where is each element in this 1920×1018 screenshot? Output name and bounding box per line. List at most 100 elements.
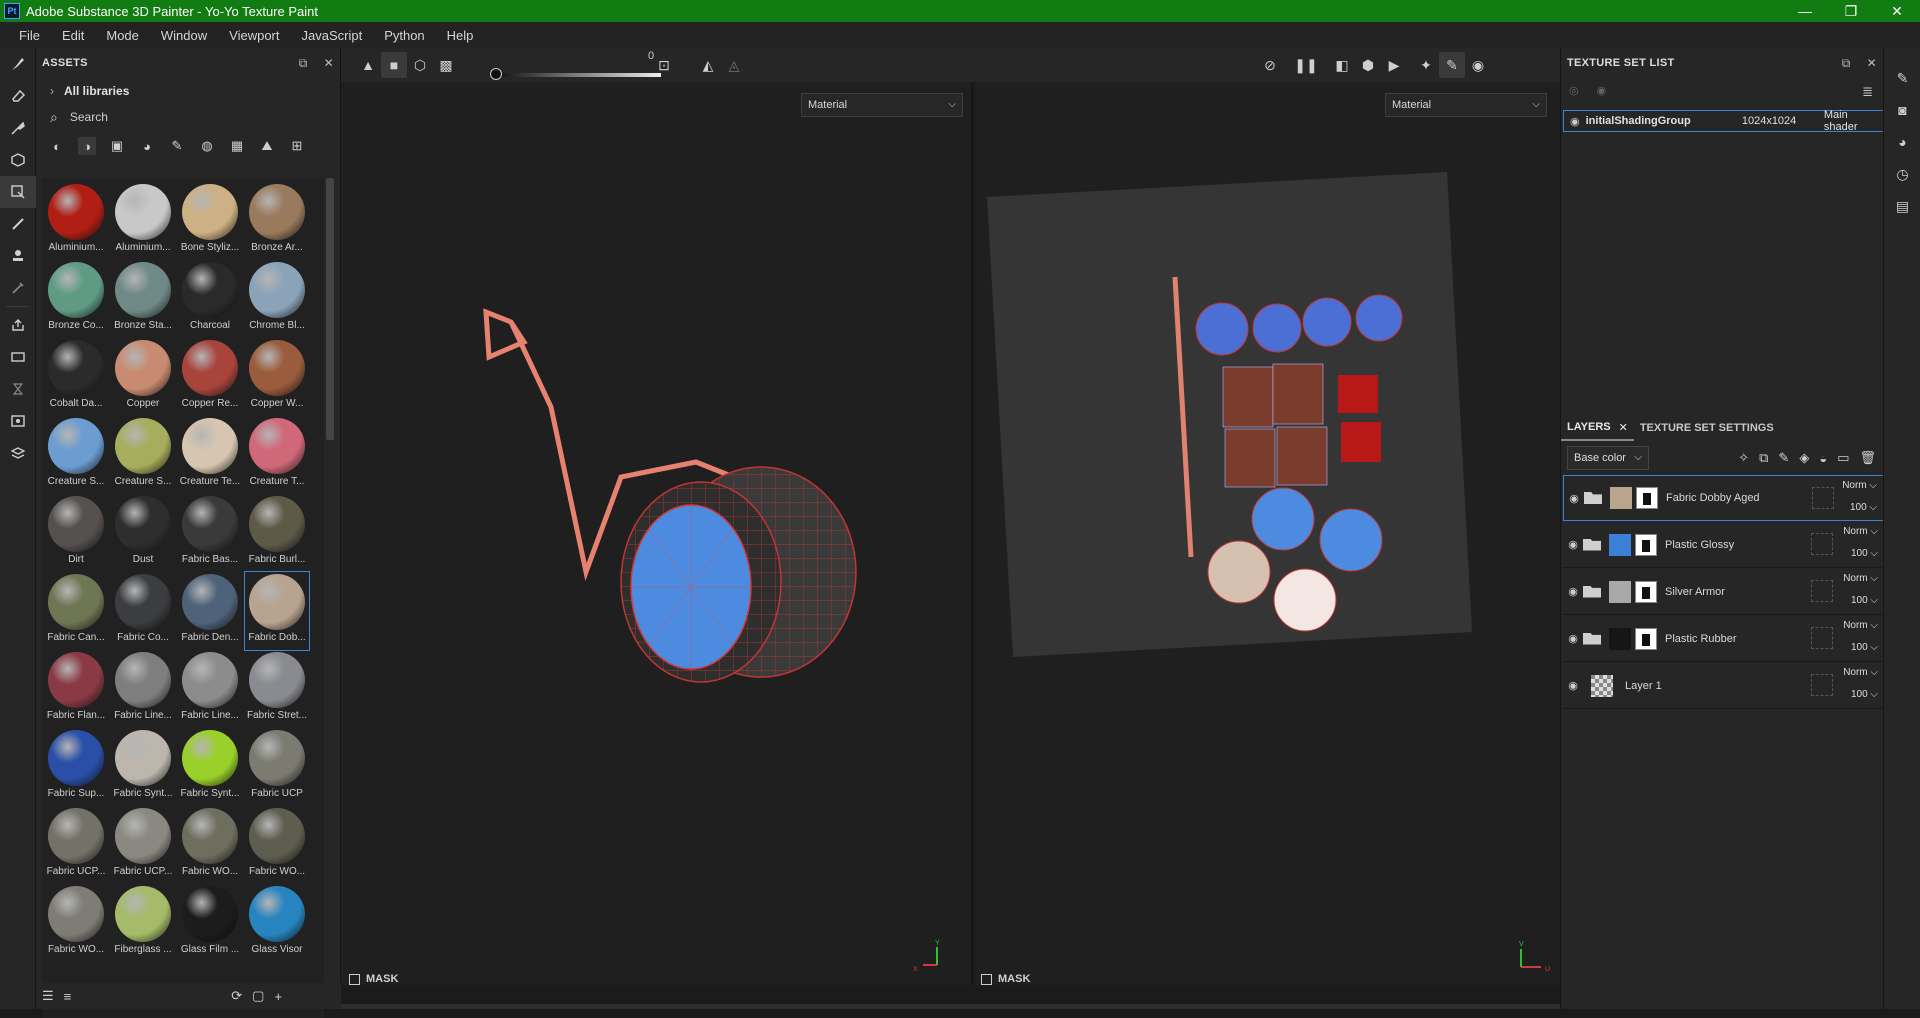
alphas-filter-icon[interactable]: ◍ [198, 137, 216, 155]
cube-icon[interactable]: ⬡ [407, 52, 433, 78]
sort-icon[interactable]: ≡ [64, 989, 72, 1004]
material-thumbnail[interactable]: Fabric Flan... [44, 650, 108, 728]
brushes-filter-icon[interactable]: ✎ [168, 137, 186, 155]
menu-javascript[interactable]: JavaScript [290, 28, 373, 43]
channel-dropdown[interactable]: Base color ⌵ [1567, 446, 1649, 470]
brush-slider-track[interactable] [496, 73, 661, 77]
material-thumbnail[interactable]: Fabric UCP [245, 728, 309, 806]
hide-eye-icon[interactable]: ◎ [1569, 84, 1579, 97]
hide-ui-icon[interactable]: ⊘ [1257, 52, 1283, 78]
material-thumbnail[interactable]: Chrome Bl... [245, 260, 309, 338]
close-panel-icon[interactable]: ✕ [324, 56, 334, 70]
material-thumbnail[interactable]: Bronze Ar... [245, 182, 309, 260]
material-thumbnail[interactable]: Fabric WO... [44, 884, 108, 962]
layer-name[interactable]: Plastic Glossy [1665, 539, 1803, 551]
menu-python[interactable]: Python [373, 28, 435, 43]
split-view-icon[interactable]: ◧ [1329, 52, 1355, 78]
material-thumbnail[interactable]: Fabric Bas... [178, 494, 242, 572]
layer-row[interactable]: ◉ Silver Armor Norm ⌵ 100 ⌵ [1563, 569, 1884, 615]
mask-thumbnail[interactable] [1636, 487, 1658, 509]
mask-checkbox[interactable] [981, 973, 992, 985]
add-icon[interactable]: + [274, 989, 282, 1004]
material-thumbnail[interactable]: Fiberglass ... [111, 884, 175, 962]
material-thumbnail[interactable]: Copper Re... [178, 338, 242, 416]
refresh-icon[interactable]: ⟳ [231, 988, 242, 1004]
texture-set-shader[interactable]: Main shader [1824, 109, 1883, 133]
mask-toggle-right[interactable]: MASK [981, 967, 1030, 991]
viewport-2d[interactable]: Material ⌵ V U MASK [975, 82, 1560, 985]
layer-row[interactable]: ◉ Layer 1 Norm ⌵ 100 ⌵ [1563, 663, 1884, 709]
blend-mode-dropdown[interactable]: Norm ⌵ [1842, 480, 1877, 491]
symmetry-off-icon[interactable]: ◬ [721, 52, 747, 78]
material-thumbnail[interactable]: Charcoal [178, 260, 242, 338]
add-fill-layer-icon[interactable]: ◈ [1799, 450, 1809, 466]
material-thumbnail[interactable]: Dirt [44, 494, 108, 572]
material-thumbnail[interactable]: Glass Film ... [178, 884, 242, 962]
material-thumbnail[interactable]: Fabric Dob... [244, 571, 310, 651]
clone-stamp-icon[interactable] [0, 240, 36, 272]
maximize-button[interactable]: ❐ [1828, 0, 1874, 22]
mask-thumbnail[interactable] [1635, 533, 1657, 556]
color-picker-icon[interactable] [0, 272, 36, 304]
add-folder-icon[interactable]: ▭ [1837, 450, 1849, 466]
material-thumbnail[interactable]: Fabric UCP... [44, 806, 108, 884]
eraser-icon[interactable] [0, 80, 36, 112]
camera-icon[interactable]: ▶ [1381, 52, 1407, 78]
material-thumbnail[interactable]: Fabric UCP... [111, 806, 175, 884]
material-thumbnail[interactable]: Fabric Sup... [44, 728, 108, 806]
layer-visibility-eye-icon[interactable]: ◉ [1563, 585, 1583, 598]
checker-icon[interactable]: ▩ [433, 52, 459, 78]
tab-layers[interactable]: LAYERS ✕ [1561, 415, 1634, 441]
material-thumbnail[interactable]: Dust [111, 494, 175, 572]
close-panel-icon[interactable]: ✕ [1867, 56, 1877, 70]
library-selector[interactable]: › All libraries [36, 78, 340, 104]
close-button[interactable]: ✕ [1874, 0, 1920, 22]
layer-visibility-eye-icon[interactable]: ◉ [1563, 679, 1583, 692]
opacity-dropdown[interactable]: 100 ⌵ [1851, 595, 1878, 606]
material-thumbnail[interactable]: Fabric Synt... [111, 728, 175, 806]
layer-visibility-eye-icon[interactable]: ◉ [1563, 632, 1583, 645]
blend-mode-dropdown[interactable]: Norm ⌵ [1843, 620, 1878, 631]
layer-row[interactable]: ◉ Plastic Rubber Norm ⌵ 100 ⌵ [1563, 616, 1884, 662]
brush-properties-icon[interactable]: ✎ [1884, 62, 1920, 94]
mask-checkbox[interactable] [349, 973, 360, 985]
bake-icon[interactable] [0, 309, 36, 341]
layer-visibility-eye-icon[interactable]: ◉ [1563, 538, 1583, 551]
material-thumbnail[interactable]: Aluminium... [111, 182, 175, 260]
material-thumbnail[interactable]: Aluminium... [44, 182, 108, 260]
visibility-eye-icon[interactable]: ◉ [1570, 115, 1580, 128]
close-tab-icon[interactable]: ✕ [1619, 421, 1628, 434]
opacity-dropdown[interactable]: 100 ⌵ [1851, 642, 1878, 653]
material-thumbnail[interactable]: Glass Visor [245, 884, 309, 962]
smart-materials-filter-icon[interactable]: ◑ [78, 137, 96, 155]
material-thumbnail[interactable]: Fabric WO... [178, 806, 242, 884]
triangle-icon[interactable]: ▲ [355, 52, 381, 78]
float-panel-icon[interactable]: ⧉ [1842, 56, 1851, 71]
layer-visibility-eye-icon[interactable]: ◉ [1564, 492, 1584, 505]
mask-thumbnail[interactable] [1635, 627, 1657, 650]
material-thumbnail[interactable]: Fabric Line... [178, 650, 242, 728]
layer-row[interactable]: ◉ Plastic Glossy Norm ⌵ 100 ⌵ [1563, 522, 1884, 568]
baking-mode-icon[interactable]: ✦ [1413, 52, 1439, 78]
symmetry-icon[interactable]: ◭ [695, 52, 721, 78]
brush-slider-knob[interactable] [490, 68, 502, 80]
assets-scrollbar[interactable] [326, 178, 334, 440]
material-thumbnail[interactable]: Copper [111, 338, 175, 416]
layer-name[interactable]: Silver Armor [1665, 586, 1803, 598]
add-effect-icon[interactable]: ✧ [1738, 450, 1749, 466]
log-icon[interactable]: ▤ [1884, 190, 1920, 222]
filters-filter-icon[interactable]: ◕ [138, 137, 156, 155]
viewport-3d[interactable]: Material ⌵ Y X MASK [341, 82, 973, 985]
menu-mode[interactable]: Mode [95, 28, 150, 43]
layer-name[interactable]: Fabric Dobby Aged [1666, 492, 1804, 504]
menu-edit[interactable]: Edit [51, 28, 95, 43]
geometry-fill-icon[interactable] [0, 144, 36, 176]
list-view-icon[interactable]: ☰ [42, 988, 54, 1004]
float-panel-icon[interactable]: ⧉ [299, 56, 308, 71]
opacity-dropdown[interactable]: 100 ⌵ [1850, 502, 1877, 513]
delete-layer-icon[interactable]: 🗑 [1859, 450, 1876, 466]
textures-filter-icon[interactable]: ▦ [228, 137, 246, 155]
material-thumbnail[interactable]: Creature S... [111, 416, 175, 494]
texture-set-menu-icon[interactable]: ≣ [1862, 84, 1873, 100]
search-input[interactable]: ⌕ Search [36, 104, 340, 130]
